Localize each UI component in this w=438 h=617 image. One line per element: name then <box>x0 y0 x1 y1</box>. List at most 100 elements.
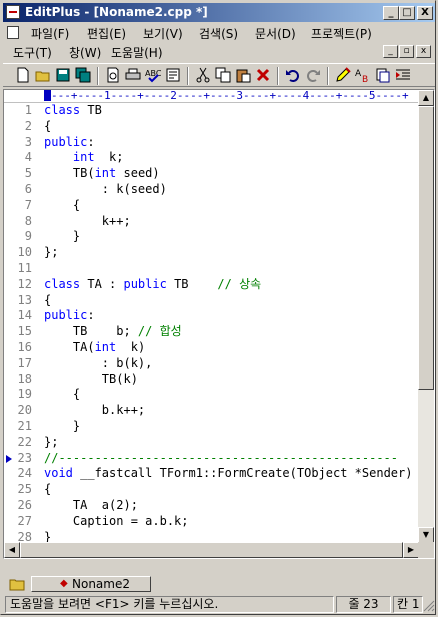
save-icon[interactable] <box>55 67 71 83</box>
code-line[interactable]: 27 Caption = a.b.k; <box>4 514 419 530</box>
code-line[interactable]: 12 class TA : public TB // 상속 <box>4 277 419 293</box>
line-text: }; <box>44 245 58 261</box>
clipboard-icon[interactable] <box>375 67 391 83</box>
code-line[interactable]: 5 TB(int seed) <box>4 166 419 182</box>
code-line[interactable]: 20 b.k++; <box>4 403 419 419</box>
code-line[interactable]: 2{ <box>4 119 419 135</box>
folder-icon[interactable] <box>9 577 25 591</box>
menu-document[interactable]: 문서(D) <box>255 25 296 42</box>
menu-edit[interactable]: 편집(E) <box>87 25 126 42</box>
code-line[interactable]: 25 { <box>4 482 419 498</box>
cut-icon[interactable] <box>195 67 211 83</box>
replace-icon[interactable]: AB <box>355 67 371 83</box>
document-icon[interactable] <box>7 26 19 39</box>
delete-icon[interactable] <box>255 67 271 83</box>
vertical-scrollbar[interactable]: ▲ ▼ <box>418 90 434 543</box>
resize-grip-icon[interactable] <box>423 600 435 612</box>
paste-icon[interactable] <box>235 67 251 83</box>
open-folder-icon[interactable] <box>35 67 51 83</box>
line-number: 18 <box>17 371 32 386</box>
app-icon[interactable] <box>6 5 20 19</box>
close-button[interactable]: X <box>417 6 433 20</box>
code-area[interactable]: 1 class TB 2{3 public: 4 int k; 5 TB(int seed… <box>4 103 419 545</box>
code-line[interactable]: 3 public: <box>4 135 419 151</box>
line-text: { <box>44 387 80 403</box>
code-line[interactable]: 9 } <box>4 229 419 245</box>
keyword-token: int <box>72 150 95 165</box>
copy-icon[interactable] <box>215 67 231 83</box>
code-line[interactable]: 22}; <box>4 435 419 451</box>
keyword-token: public <box>44 308 88 323</box>
scroll-left-button[interactable]: ◀ <box>4 542 20 558</box>
code-line[interactable]: 13 { <box>4 293 419 309</box>
code-line[interactable]: 8 k++; <box>4 214 419 230</box>
print-preview-icon[interactable] <box>105 67 121 83</box>
code-line[interactable]: 16 TA(int k) <box>4 340 419 356</box>
horizontal-scroll-thumb[interactable] <box>20 542 403 558</box>
undo-icon[interactable] <box>285 67 301 83</box>
mdi-minimize-button[interactable]: _ <box>383 45 398 58</box>
ruler-cursor-indicator <box>44 90 51 101</box>
tab-noname2[interactable]: ◆ Noname2 <box>31 576 151 592</box>
code-line[interactable]: 10}; <box>4 245 419 261</box>
mdi-restore-button[interactable]: ▫ <box>399 45 414 58</box>
line-text: Caption = a.b.k; <box>44 514 189 530</box>
menu-view[interactable]: 보기(V) <box>143 25 183 42</box>
maximize-button[interactable]: □ <box>399 6 415 20</box>
menu-project[interactable]: 프로젝트(P) <box>311 25 372 42</box>
code-line[interactable]: 6 : k(seed) <box>4 182 419 198</box>
line-number: 24 <box>17 466 32 481</box>
document-tab-bar: ◆ Noname2 <box>3 575 435 593</box>
code-token: { <box>44 482 52 497</box>
new-file-icon[interactable] <box>15 67 31 83</box>
title-bar: EditPlus - [Noname2.cpp *] _ □ X <box>3 3 435 22</box>
code-line[interactable]: 17 : b(k), <box>4 356 419 372</box>
line-number: 23 <box>17 450 32 465</box>
comment-token: // 합성 <box>137 324 182 339</box>
code-line[interactable]: 11 <box>4 261 419 277</box>
browser-icon[interactable] <box>165 67 181 83</box>
scroll-right-button[interactable]: ▶ <box>403 542 419 558</box>
code-line[interactable]: 24 void __fastcall TForm1::FormCreate(TOb… <box>4 466 419 482</box>
redo-icon[interactable] <box>305 67 321 83</box>
code-line[interactable]: 15 TB b; // 합성 <box>4 324 419 340</box>
code-line[interactable]: 19 { <box>4 387 419 403</box>
code-token: seed) <box>116 166 160 181</box>
code-line[interactable]: 4 int k; <box>4 150 419 166</box>
line-text: k++; <box>44 214 131 230</box>
status-line: 줄 23 <box>336 596 391 613</box>
line-number: 11 <box>17 260 32 275</box>
indent-icon[interactable] <box>395 67 411 83</box>
code-line[interactable]: 7 { <box>4 198 419 214</box>
code-line[interactable]: 23 //------------------------------------… <box>4 451 419 467</box>
menu-help[interactable]: 도움말(H) <box>111 44 163 61</box>
code-line[interactable]: 26 TA a(2); <box>4 498 419 514</box>
print-icon[interactable] <box>125 67 141 83</box>
menu-search[interactable]: 검색(S) <box>199 25 238 42</box>
save-all-icon[interactable] <box>75 67 91 83</box>
line-number: 3 <box>24 134 32 149</box>
line-text: TA(int k) <box>44 340 145 356</box>
menu-bar-row-1: 파일(F) 편집(E) 보기(V) 검색(S) 문서(D) 프로젝트(P) <box>3 23 435 42</box>
horizontal-scrollbar[interactable]: ◀ ▶ <box>4 542 419 558</box>
code-line[interactable]: 14 public: <box>4 308 419 324</box>
code-token: Caption = a.b.k; <box>44 513 189 528</box>
menu-file[interactable]: 파일(F) <box>31 25 69 42</box>
code-line[interactable]: 18 TB(k) <box>4 372 419 388</box>
menu-tools[interactable]: 도구(T) <box>13 44 52 61</box>
vertical-scroll-thumb[interactable] <box>418 106 434 390</box>
highlight-icon[interactable] <box>335 67 351 83</box>
line-text: int k; <box>44 150 124 166</box>
code-token: TA : <box>80 276 124 291</box>
scroll-up-button[interactable]: ▲ <box>418 90 434 106</box>
menu-window[interactable]: 창(W) <box>69 44 101 61</box>
code-line[interactable]: 21 } <box>4 419 419 435</box>
editor-pane[interactable]: ---+----1----+----2----+----3----+----4-… <box>3 89 435 559</box>
code-line[interactable]: 1 class TB <box>4 103 419 119</box>
spell-check-icon[interactable]: ABC <box>145 67 161 83</box>
scroll-down-button[interactable]: ▼ <box>418 527 434 543</box>
minimize-button[interactable]: _ <box>383 6 399 20</box>
mdi-close-button[interactable]: x <box>416 45 431 58</box>
toolbar-separator <box>97 67 99 85</box>
